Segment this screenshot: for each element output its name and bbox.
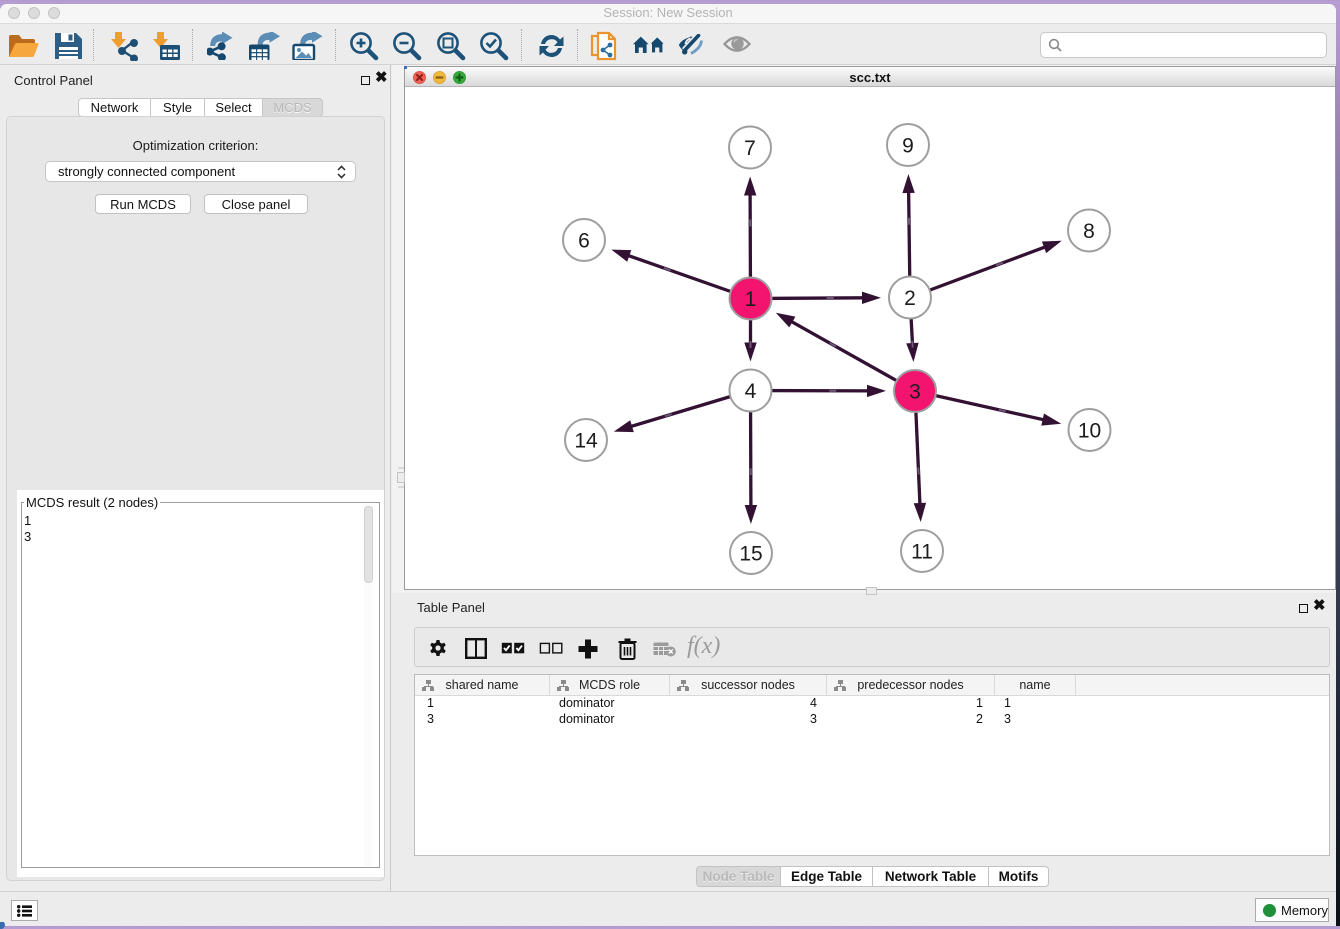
svg-text:15: 15 bbox=[739, 543, 762, 566]
svg-text:9: 9 bbox=[902, 135, 914, 158]
svg-text:3: 3 bbox=[909, 381, 921, 404]
svg-text:11: 11 bbox=[911, 541, 933, 564]
svg-text:7: 7 bbox=[744, 137, 756, 160]
svg-text:4: 4 bbox=[745, 380, 757, 403]
svg-text:14: 14 bbox=[574, 430, 598, 453]
svg-text:10: 10 bbox=[1078, 420, 1101, 443]
svg-text:1: 1 bbox=[745, 288, 757, 311]
svg-text:6: 6 bbox=[578, 230, 590, 253]
svg-text:2: 2 bbox=[904, 287, 916, 310]
svg-text:8: 8 bbox=[1083, 220, 1095, 243]
